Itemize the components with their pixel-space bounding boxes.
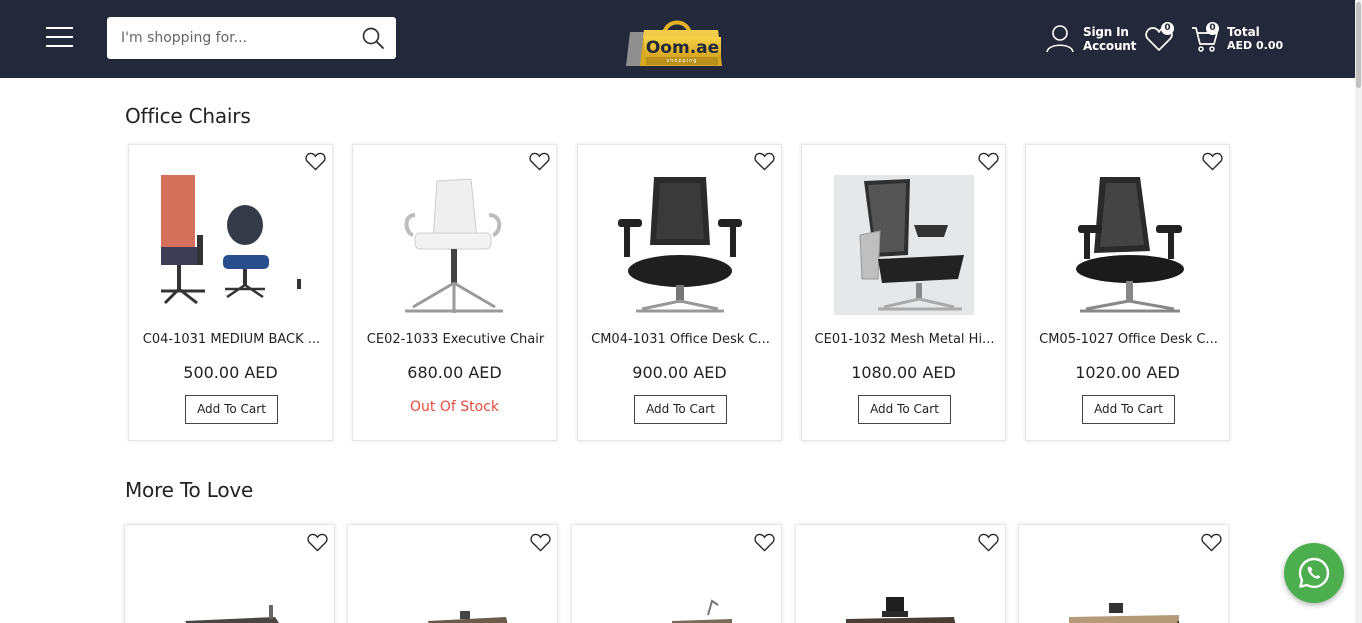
scrollbar[interactable]: [1355, 0, 1362, 623]
cart-count-badge: 0: [1206, 22, 1219, 35]
product-card[interactable]: [795, 524, 1006, 623]
heart-icon[interactable]: [1202, 152, 1223, 171]
product-image[interactable]: [610, 175, 750, 315]
sign-in-account[interactable]: Sign In Account: [1045, 22, 1137, 58]
search-bar: [107, 17, 396, 59]
heart-icon[interactable]: [1201, 533, 1222, 552]
section-title-more-to-love: More To Love: [125, 478, 254, 502]
cart-button[interactable]: 0 Total AED 0.00: [1190, 22, 1290, 58]
product-card[interactable]: [124, 524, 335, 623]
add-to-cart-button[interactable]: Add To Cart: [185, 395, 278, 424]
product-card[interactable]: [1018, 524, 1229, 623]
wishlist-button[interactable]: 0: [1145, 22, 1175, 52]
cart-total-value: AED 0.00: [1227, 39, 1284, 52]
heart-icon[interactable]: [978, 533, 999, 552]
product-image[interactable]: [834, 175, 974, 315]
heart-icon[interactable]: [305, 152, 326, 171]
add-to-cart-button[interactable]: Add To Cart: [1082, 395, 1175, 424]
out-of-stock-label: Out Of Stock: [410, 399, 499, 415]
product-image[interactable]: [1069, 597, 1179, 623]
account-label: Account: [1083, 39, 1137, 53]
menu-icon[interactable]: [46, 27, 73, 49]
whatsapp-chat-button[interactable]: [1284, 543, 1344, 603]
product-image[interactable]: [398, 597, 508, 623]
cart-total-label: Total: [1227, 25, 1260, 39]
product-card[interactable]: CM04-1031 Office Desk C... 900.00 AED Ad…: [577, 144, 782, 441]
logo-subtext: shopping: [646, 57, 718, 65]
product-image[interactable]: [622, 597, 732, 623]
product-price: 680.00 AED: [407, 363, 502, 382]
logo-text: Oom.ae: [644, 37, 721, 59]
product-card[interactable]: CE01-1032 Mesh Metal Hi... 1080.00 AED A…: [801, 144, 1006, 441]
user-icon: [1046, 25, 1074, 53]
add-to-cart-button[interactable]: Add To Cart: [858, 395, 951, 424]
product-image[interactable]: [385, 175, 525, 315]
search-input[interactable]: [121, 27, 351, 49]
product-card[interactable]: [571, 524, 782, 623]
heart-icon[interactable]: [529, 152, 550, 171]
product-image[interactable]: [1058, 175, 1198, 315]
product-name[interactable]: C04-1031 MEDIUM BACK ...: [137, 332, 326, 347]
product-price: 500.00 AED: [183, 363, 278, 382]
top-header: Oom.ae shopping Sign In Account 0 0 Tota…: [0, 0, 1362, 78]
product-card[interactable]: C04-1031 MEDIUM BACK ... 500.00 AED Add …: [128, 144, 333, 441]
section-title-office-chairs: Office Chairs: [125, 104, 251, 128]
product-name[interactable]: CE01-1032 Mesh Metal Hi...: [810, 332, 999, 347]
heart-icon[interactable]: [307, 533, 328, 552]
product-image[interactable]: [175, 597, 285, 623]
sign-in-label: Sign In: [1083, 25, 1129, 39]
heart-icon[interactable]: [978, 152, 999, 171]
product-image[interactable]: [161, 175, 301, 315]
heart-icon[interactable]: [754, 533, 775, 552]
product-name[interactable]: CM04-1031 Office Desk C...: [586, 332, 775, 347]
search-icon[interactable]: [361, 26, 385, 50]
wishlist-count-badge: 0: [1161, 22, 1174, 35]
product-name[interactable]: CE02-1033 Executive Chair: [361, 332, 550, 347]
product-name[interactable]: CM05-1027 Office Desk C...: [1034, 332, 1223, 347]
product-card[interactable]: [347, 524, 558, 623]
product-card[interactable]: CE02-1033 Executive Chair 680.00 AED Out…: [352, 144, 557, 441]
site-logo[interactable]: Oom.ae shopping: [624, 8, 724, 68]
product-price: 1020.00 AED: [1075, 363, 1180, 382]
product-card[interactable]: CM05-1027 Office Desk C... 1020.00 AED A…: [1025, 144, 1230, 441]
product-image[interactable]: [846, 597, 956, 623]
add-to-cart-button[interactable]: Add To Cart: [634, 395, 727, 424]
product-price: 900.00 AED: [632, 363, 727, 382]
product-price: 1080.00 AED: [851, 363, 956, 382]
scrollbar-thumb[interactable]: [1356, 2, 1361, 88]
heart-icon[interactable]: [754, 152, 775, 171]
whatsapp-icon: [1298, 557, 1330, 589]
heart-icon[interactable]: [530, 533, 551, 552]
